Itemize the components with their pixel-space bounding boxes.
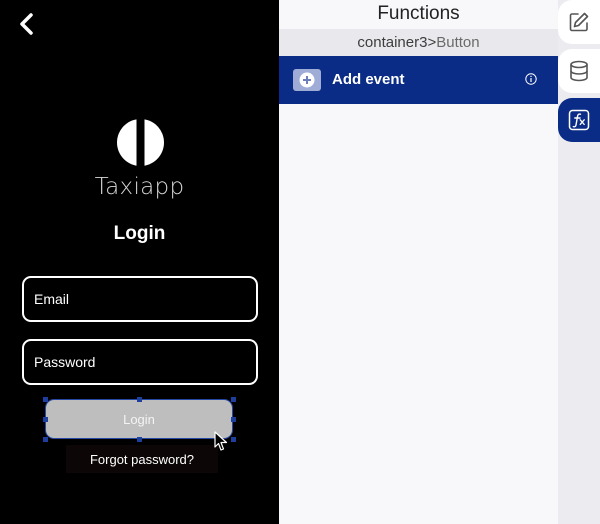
password-placeholder: Password bbox=[34, 354, 96, 370]
email-field[interactable]: Email bbox=[22, 276, 258, 322]
selection-handle-bottom-left[interactable] bbox=[43, 437, 48, 442]
mouse-pointer-icon bbox=[214, 431, 228, 451]
add-event-button[interactable]: Add event bbox=[279, 56, 558, 104]
selection-handle-bottom-center[interactable] bbox=[137, 437, 142, 442]
back-button[interactable] bbox=[12, 10, 40, 38]
login-button-label: Login bbox=[123, 411, 155, 427]
breadcrumb-current: Button bbox=[436, 34, 480, 51]
app-preview: Taxiapp Login Email Password Login Forgo… bbox=[0, 0, 279, 524]
forgot-password-link[interactable]: Forgot password? bbox=[66, 445, 218, 473]
add-event-label: Add event bbox=[332, 71, 405, 88]
selection-handle-top-left[interactable] bbox=[43, 397, 48, 402]
edit-tab[interactable] bbox=[558, 0, 600, 44]
selection-handle-middle-left[interactable] bbox=[43, 417, 48, 422]
selection-handle-top-right[interactable] bbox=[231, 397, 236, 402]
edit-icon bbox=[569, 12, 589, 32]
breadcrumb-parent[interactable]: container3 bbox=[357, 34, 427, 51]
data-tab[interactable] bbox=[558, 49, 600, 93]
functions-panel: Functions container3 > Button Add event bbox=[279, 0, 558, 524]
selection-handle-middle-right[interactable] bbox=[231, 417, 236, 422]
function-icon bbox=[568, 109, 590, 131]
selection-handle-top-center[interactable] bbox=[137, 397, 142, 402]
selection-handle-bottom-right[interactable] bbox=[231, 437, 236, 442]
password-field[interactable]: Password bbox=[22, 339, 258, 385]
database-icon bbox=[570, 60, 588, 82]
breadcrumb: container3 > Button bbox=[279, 29, 558, 56]
taxiapp-logo-icon bbox=[117, 119, 164, 166]
app-name: Taxiapp bbox=[94, 174, 185, 200]
breadcrumb-separator: > bbox=[427, 34, 437, 51]
plus-circle-icon bbox=[293, 69, 321, 91]
forgot-password-label: Forgot password? bbox=[89, 451, 195, 467]
panel-title: Functions bbox=[377, 3, 460, 24]
functions-tab[interactable] bbox=[558, 98, 600, 142]
tool-sidebar bbox=[558, 0, 600, 524]
chevron-left-icon bbox=[20, 13, 33, 35]
screen-title: Login bbox=[113, 223, 166, 244]
email-placeholder: Email bbox=[34, 291, 70, 307]
info-icon[interactable] bbox=[525, 73, 537, 85]
login-button[interactable]: Login bbox=[45, 399, 233, 439]
